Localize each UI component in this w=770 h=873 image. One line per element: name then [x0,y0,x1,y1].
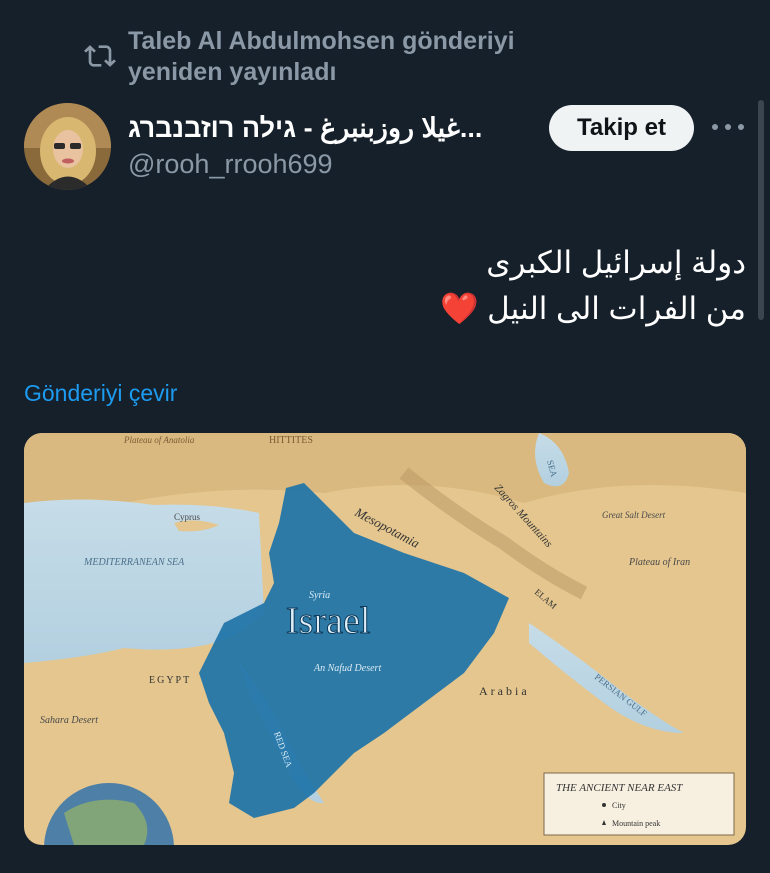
map-label-cyprus: Cyprus [174,512,201,522]
map-legend-title: THE ANCIENT NEAR EAST [556,782,683,794]
dot [738,124,744,130]
repost-header: Taleb Al Abdulmohsen gönderiyi yeniden y… [84,26,558,88]
map-label-mediterranean: MEDITERRANEAN SEA [83,557,185,568]
follow-button[interactable]: Takip et [549,105,694,151]
repost-text[interactable]: Taleb Al Abdulmohsen gönderiyi yeniden y… [128,26,558,88]
map-label-egypt: EGYPT [149,675,191,686]
map-image: Plateau of Anatolia HITTITES SEA Cyprus … [24,433,746,845]
map-label-anatolia: Plateau of Anatolia [123,435,195,445]
post-line: دولة إسرائيل الكبرى [486,245,746,280]
repost-icon [84,45,116,67]
map-label-arabia: Arabia [479,684,530,698]
post-image-map[interactable]: Plateau of Anatolia HITTITES SEA Cyprus … [24,433,746,845]
dot [712,124,718,130]
map-label-desert: An Nafud Desert [313,663,381,674]
dot [725,124,731,130]
avatar[interactable] [24,103,111,190]
map-label-great-salt: Great Salt Desert [602,510,666,520]
more-horizontal-icon[interactable] [712,116,744,138]
map-label-israel: Israel [286,600,370,642]
scrollbar[interactable] [758,100,764,320]
translate-link[interactable]: Gönderiyi çevir [24,380,177,407]
author-display-name[interactable]: غيلا روزبنبرغ - גילה רוזבנברג... [128,108,498,148]
avatar-image [24,103,111,190]
author-handle[interactable]: @rooh_rrooh699 [128,146,333,182]
post-text: دولة إسرائيل الكبرى من الفرات الى النيل … [46,240,746,332]
map-legend-peak: Mountain peak [612,819,660,828]
map-label-iran: Plateau of Iran [628,557,690,568]
map-label-sahara: Sahara Desert [40,715,98,726]
post-line: من الفرات الى النيل ❤️ [439,291,746,326]
map-legend-city: City [612,801,626,810]
map-label-hittites: HITTITES [269,435,313,446]
